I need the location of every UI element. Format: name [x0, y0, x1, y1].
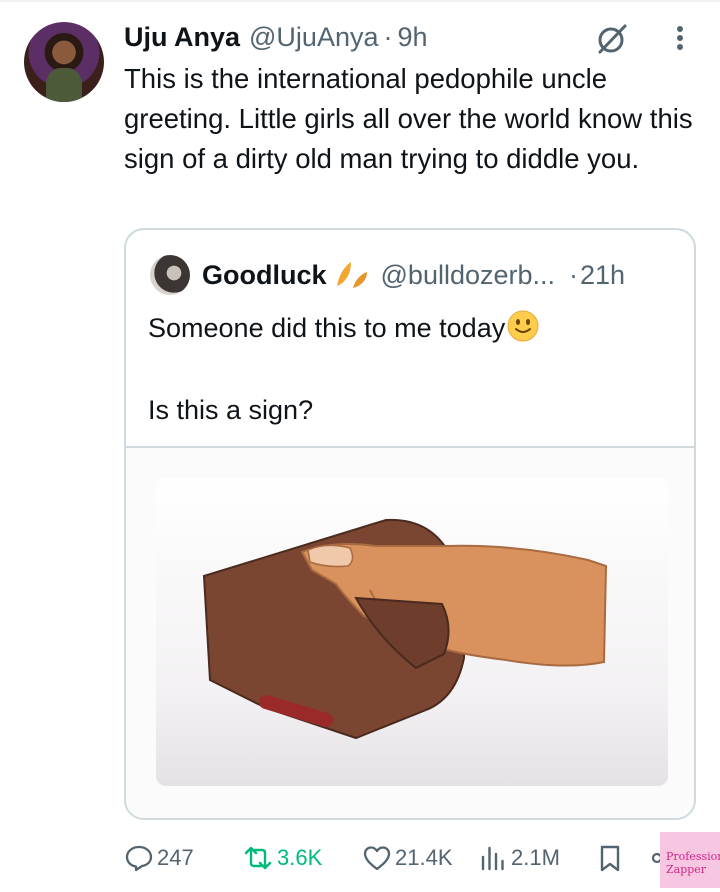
- post-header: Uju Anya @UjuAnya · 9h: [124, 18, 428, 56]
- quoted-post[interactable]: Goodluck @bulldozerb... · 21h Someone di…: [124, 228, 696, 820]
- reply-count: 247: [157, 845, 194, 870]
- slightly-smiling-face-icon: [507, 310, 539, 342]
- repost-count: 3.6K: [277, 845, 323, 870]
- like-count: 21.4K: [395, 845, 453, 870]
- author-handle[interactable]: @UjuAnya: [249, 22, 378, 53]
- quoted-text-line1: Someone did this to me today: [148, 308, 539, 348]
- quoted-media-image[interactable]: [126, 446, 694, 818]
- quoted-avatar[interactable]: [150, 255, 190, 295]
- action-bar: 247 3.6K 21.4K 2.1M: [0, 836, 720, 880]
- views-icon: [481, 846, 504, 871]
- author-name[interactable]: Uju Anya: [124, 22, 240, 53]
- avatar[interactable]: [24, 22, 104, 102]
- quoted-text-line2: Is this a sign?: [148, 395, 314, 425]
- more-vertical-icon[interactable]: [668, 24, 692, 54]
- views-count: 2.1M: [511, 845, 560, 870]
- bookmark-icon: [600, 845, 620, 872]
- quoted-author-handle[interactable]: @bulldozerb...: [381, 260, 556, 291]
- separator-dot: ·: [383, 21, 393, 52]
- leaf-icon: [336, 262, 367, 288]
- handshake-illustration: [156, 478, 668, 786]
- bookmark-button[interactable]: [596, 836, 624, 880]
- repost-button[interactable]: 3.6K: [242, 836, 322, 880]
- quoted-header: Goodluck @bulldozerb... · 21h: [202, 256, 625, 294]
- reply-button[interactable]: 247: [124, 836, 194, 880]
- like-button[interactable]: 21.4K: [362, 836, 453, 880]
- quoted-separator-dot: ·: [569, 259, 579, 290]
- reply-icon: [125, 845, 153, 872]
- watermark: Professional Zapper: [660, 832, 720, 888]
- quoted-post-time: 21h: [580, 259, 626, 290]
- top-divider: [0, 0, 720, 2]
- views-button[interactable]: 2.1M: [478, 836, 560, 880]
- heart-icon: [363, 846, 391, 871]
- repost-icon: [244, 846, 272, 870]
- grok-icon[interactable]: [595, 22, 629, 56]
- post-text: This is the international pedophile uncl…: [124, 63, 693, 174]
- quoted-text-content: Someone did this to me today: [148, 313, 506, 343]
- post-time[interactable]: 9h: [397, 22, 427, 53]
- quoted-author-name[interactable]: Goodluck: [202, 260, 327, 291]
